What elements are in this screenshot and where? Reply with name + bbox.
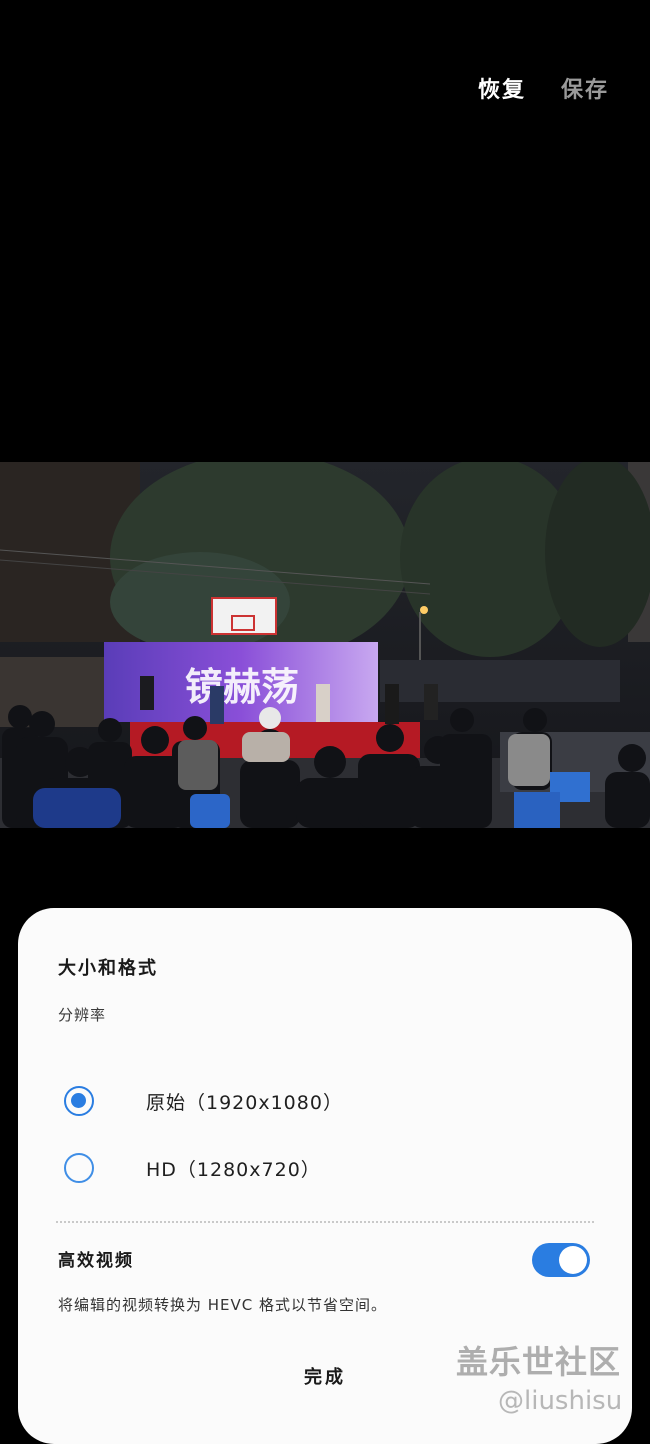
watermark-community: 盖乐世社区 (456, 1343, 622, 1381)
watermark-handle: @liushisu (498, 1386, 623, 1416)
divider (56, 1221, 594, 1223)
video-editor-screen: 恢复 保存 镜赫荡 大小和格式 分辨率 原始（1920x1080） HD（128… (0, 0, 650, 1444)
radio-checked-icon[interactable] (64, 1086, 94, 1116)
hevc-title: 高效视频 (58, 1251, 134, 1271)
concert-scene-image: 镜赫荡 (0, 462, 650, 828)
stage-banner-text: 镜赫荡 (185, 665, 299, 709)
video-preview: 镜赫荡 (0, 462, 650, 828)
resolution-label: 分辨率 (58, 1006, 107, 1024)
resolution-option-original[interactable]: 原始（1920x1080） (64, 1078, 584, 1124)
done-button[interactable]: 完成 (258, 1354, 392, 1398)
hevc-description: 将编辑的视频转换为 HEVC 格式以节省空间。 (58, 1296, 388, 1314)
save-button[interactable]: 保存 (561, 72, 609, 104)
hevc-toggle[interactable] (532, 1243, 590, 1277)
resolution-option-label: HD（1280x720） (146, 1158, 321, 1181)
radio-unchecked-icon[interactable] (64, 1153, 94, 1183)
resolution-option-label: 原始（1920x1080） (146, 1091, 343, 1114)
sheet-title: 大小和格式 (58, 958, 158, 979)
toggle-knob (559, 1246, 587, 1274)
restore-button[interactable]: 恢复 (478, 72, 526, 104)
resolution-option-hd[interactable]: HD（1280x720） (64, 1145, 584, 1191)
